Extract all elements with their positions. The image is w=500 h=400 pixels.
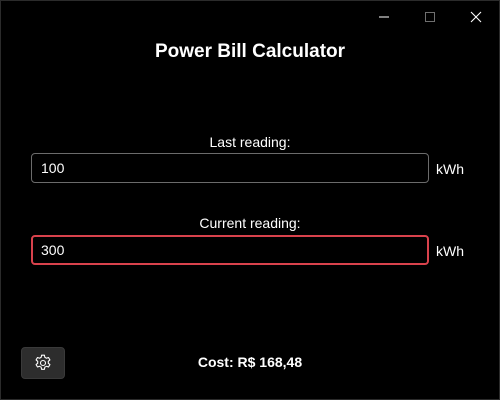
last-reading-unit: kWh xyxy=(436,161,464,177)
caption-buttons xyxy=(361,1,499,33)
app-window: Power Bill Calculator Last reading: kWh … xyxy=(0,0,500,400)
last-reading-label: Last reading: xyxy=(209,134,291,150)
cost-label: Cost: R$ 168,48 xyxy=(197,354,303,370)
last-reading-input[interactable] xyxy=(31,153,429,183)
maximize-button[interactable] xyxy=(407,1,453,33)
current-reading-unit: kWh xyxy=(436,243,464,259)
current-reading-input[interactable] xyxy=(31,235,429,265)
close-icon xyxy=(470,11,482,23)
close-button[interactable] xyxy=(453,1,499,33)
minimize-icon xyxy=(379,16,389,18)
minimize-button[interactable] xyxy=(361,1,407,33)
current-reading-label: Current reading: xyxy=(199,215,301,231)
maximize-icon xyxy=(425,12,435,22)
page-title: Power Bill Calculator xyxy=(154,41,346,62)
